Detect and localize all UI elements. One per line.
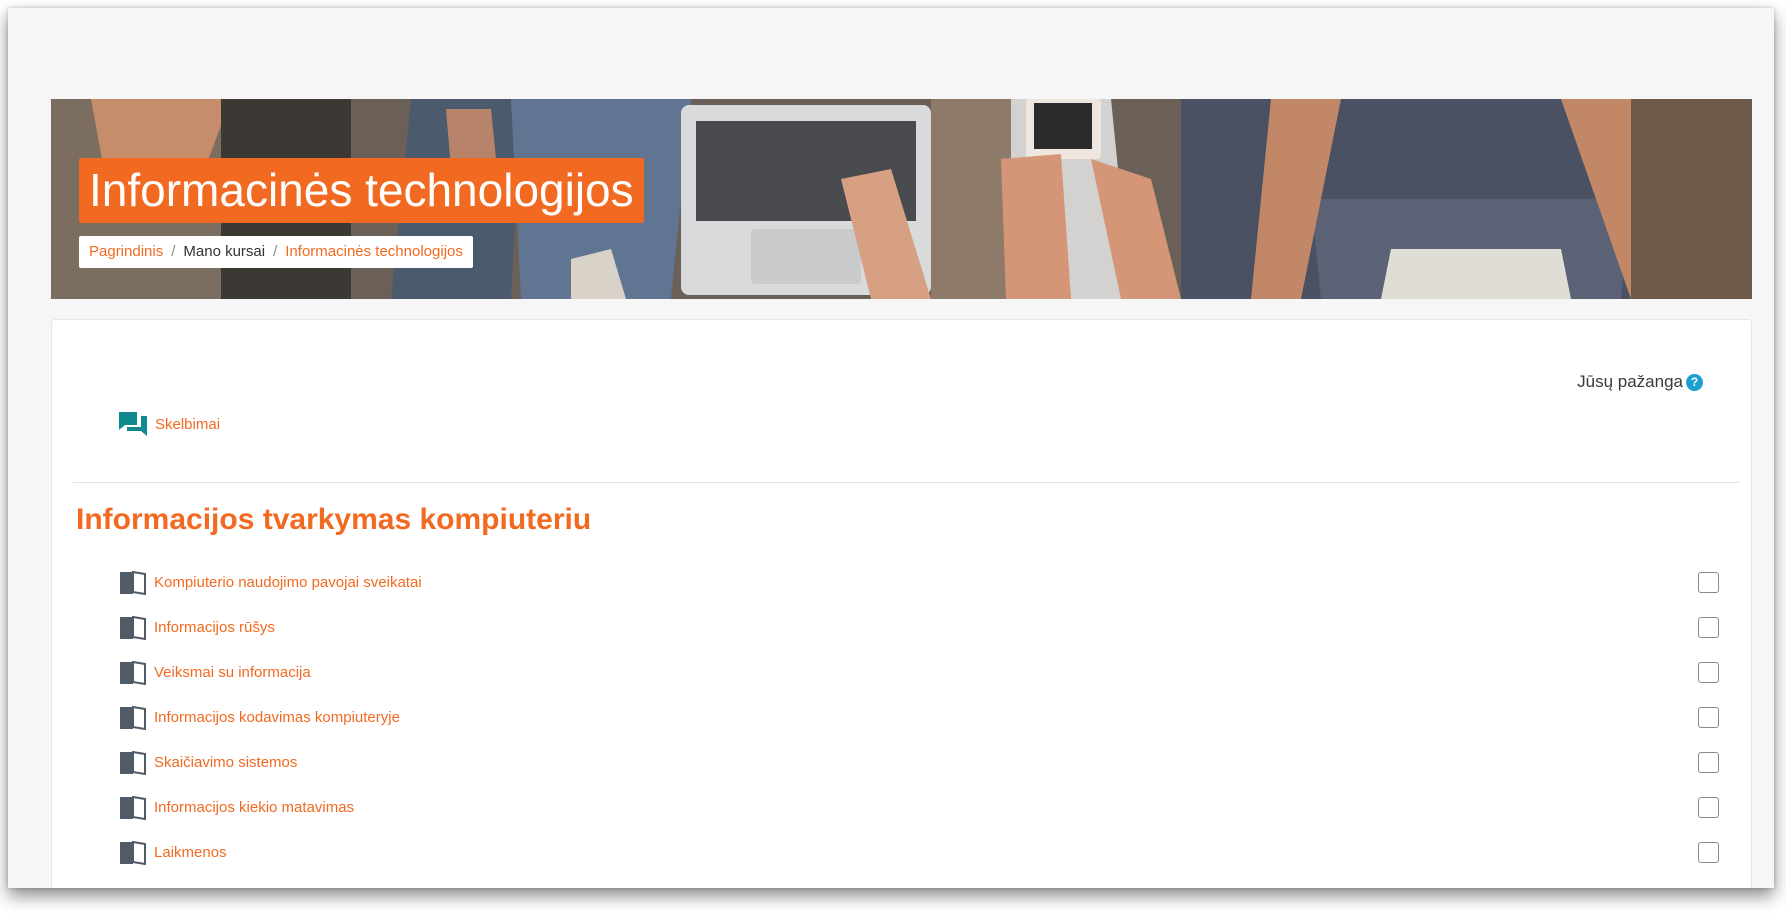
list-item: Skaičiavimo sistemos (119, 740, 1719, 785)
book-icon (119, 615, 147, 640)
completion-checkbox[interactable] (1698, 752, 1719, 773)
breadcrumb-separator: / (273, 243, 278, 260)
list-item: Veiksmai su informacija (119, 650, 1719, 695)
book-icon (119, 570, 147, 595)
book-icon (119, 660, 147, 685)
list-item: Informacijos kodavimas kompiuteryje (119, 695, 1719, 740)
section-divider (73, 482, 1739, 483)
progress-label: Jūsų pažanga (1577, 372, 1683, 391)
completion-checkbox[interactable] (1698, 662, 1719, 683)
breadcrumb-home-link[interactable]: Pagrindinis (89, 243, 163, 260)
breadcrumb-my-courses[interactable]: Mano kursai (183, 243, 265, 260)
book-icon (119, 705, 147, 730)
completion-checkbox[interactable] (1698, 842, 1719, 863)
course-title: Informacinės technologijos (79, 158, 644, 223)
book-icon (119, 750, 147, 775)
activity-link[interactable]: Laikmenos (154, 844, 227, 861)
course-header-banner: Informacinės technologijos Pagrindinis / M… (51, 99, 1752, 299)
forum-icon (119, 412, 147, 436)
progress-indicator: Jūsų pažanga ? (1577, 372, 1703, 392)
breadcrumb-separator: / (171, 243, 176, 260)
completion-checkbox[interactable] (1698, 707, 1719, 728)
completion-checkbox[interactable] (1698, 572, 1719, 593)
announcements-activity[interactable]: Skelbimai (119, 412, 220, 436)
activity-link[interactable]: Informacijos kodavimas kompiuteryje (154, 709, 400, 726)
breadcrumb: Pagrindinis / Mano kursai / Informacinės tec… (79, 236, 473, 268)
activity-link[interactable]: Informacijos rūšys (154, 619, 275, 636)
list-item: Informacijos rūšys (119, 605, 1719, 650)
book-icon (119, 795, 147, 820)
browser-window: Informacinės technologijos Pagrindinis / M… (8, 8, 1774, 888)
activity-link[interactable]: Kompiuterio naudojimo pavojai sveikatai (154, 574, 422, 591)
list-item: Laikmenos (119, 830, 1719, 875)
list-item: Informacijos kiekio matavimas (119, 785, 1719, 830)
section-title: Informacijos tvarkymas kompiuteriu (76, 503, 592, 536)
activity-list: Kompiuterio naudojimo pavojai sveikatai … (119, 560, 1719, 875)
activity-link[interactable]: Skaičiavimo sistemos (154, 754, 297, 771)
activity-link[interactable]: Informacijos kiekio matavimas (154, 799, 354, 816)
breadcrumb-course-link[interactable]: Informacinės technologijos (285, 243, 463, 260)
completion-checkbox[interactable] (1698, 797, 1719, 818)
book-icon (119, 840, 147, 865)
announcements-link[interactable]: Skelbimai (155, 416, 220, 433)
list-item: Kompiuterio naudojimo pavojai sveikatai (119, 560, 1719, 605)
question-circle-icon[interactable]: ? (1686, 373, 1703, 391)
completion-checkbox[interactable] (1698, 617, 1719, 638)
course-content: Jūsų pažanga ? Skelbimai Informacijos tv… (51, 319, 1752, 888)
activity-link[interactable]: Veiksmai su informacija (154, 664, 311, 681)
